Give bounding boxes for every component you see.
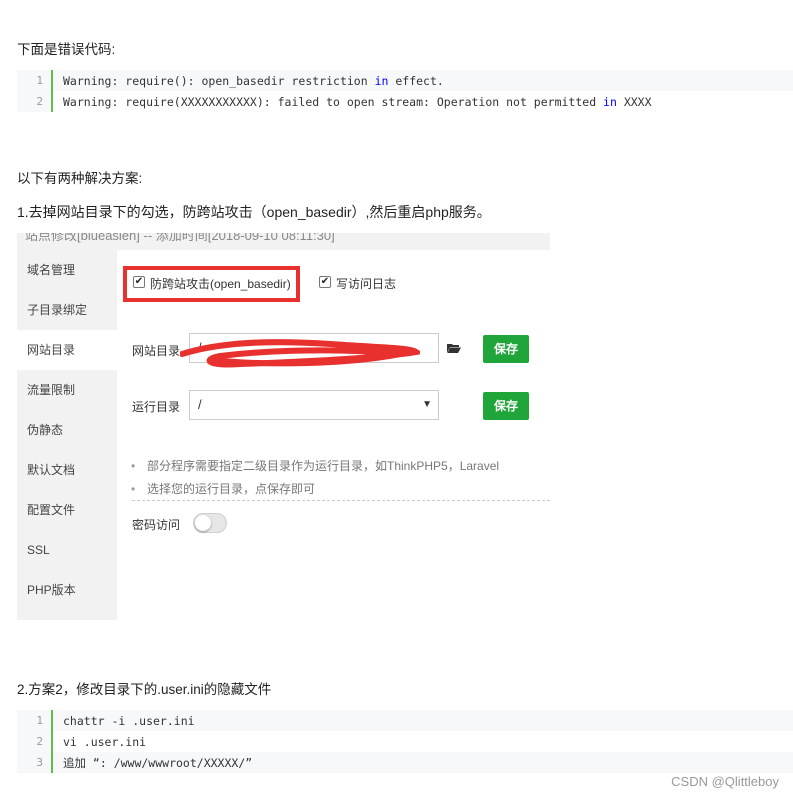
- password-access-label: 密码访问: [132, 518, 181, 532]
- save-site-dir-button[interactable]: 保存: [483, 335, 529, 363]
- code-line: 1 chattr -i .user.ini: [17, 710, 793, 731]
- toggle-knob: [195, 515, 211, 531]
- anti-xss-checkbox[interactable]: ✔: [133, 276, 145, 288]
- keyword: in: [374, 73, 389, 88]
- sidebar-item-traffic[interactable]: 流量限制: [17, 370, 117, 410]
- line-number: 2: [17, 91, 51, 112]
- folder-open-icon[interactable]: [447, 343, 461, 353]
- site-dir-input[interactable]: /: [180, 333, 439, 368]
- line-number: 3: [36, 756, 43, 769]
- line-number: 1: [36, 74, 43, 87]
- save-run-dir-button[interactable]: 保存: [483, 392, 529, 420]
- solution2-text: 2.方案2，修改目录下的.user.ini的隐藏文件: [17, 682, 272, 697]
- sidebar-item-domain[interactable]: 域名管理: [17, 250, 117, 290]
- code-text: chattr -i .user.ini: [63, 713, 195, 728]
- access-log-label: 写访问日志: [336, 277, 397, 291]
- code-line: 3 追加 “: /www/wwwroot/XXXXX/”: [17, 752, 793, 773]
- sidebar-item-ssl[interactable]: SSL: [17, 530, 117, 570]
- code-text: XXXX: [616, 94, 652, 109]
- tip-item: 部分程序需要指定二级目录作为运行目录，如ThinkPHP5，Laravel: [131, 455, 551, 478]
- code-line: 2 vi .user.ini: [17, 731, 793, 752]
- solutions-heading: 以下有两种解决方案:: [17, 171, 143, 186]
- watermark: CSDN @Qlittleboy: [671, 774, 779, 789]
- sidebar-item-config[interactable]: 配置文件: [17, 490, 117, 530]
- site-settings-panel: 站点修改[blueasien] -- 添加时间[2018-09-10 08:11…: [17, 233, 550, 620]
- sidebar-item-rewrite[interactable]: 伪静态: [17, 410, 117, 450]
- code-line: 2 Warning: require(XXXXXXXXXXX): failed …: [17, 91, 793, 112]
- panel-main: ✔ 防跨站攻击(open_basedir) ✔ 写访问日志 网站目录 / 保存 …: [117, 250, 550, 620]
- password-access-toggle[interactable]: [193, 513, 227, 533]
- gutter-bar: [51, 752, 53, 773]
- run-dir-label: 运行目录: [132, 400, 181, 414]
- code-text: 追加 “: /www/wwwroot/XXXXX/”: [63, 755, 253, 770]
- tip-item: 选择您的运行目录，点保存即可: [131, 478, 551, 501]
- code-text: vi .user.ini: [63, 734, 147, 749]
- checkbox-row: ✔ 防跨站攻击(open_basedir) ✔ 写访问日志: [117, 266, 550, 302]
- panel-title: 站点修改[blueasien] -- 添加时间[2018-09-10 08:11…: [25, 233, 335, 243]
- fix-code-block: 1 chattr -i .user.ini 2 vi .user.ini 3 追…: [17, 710, 793, 773]
- keyword: in: [603, 94, 617, 109]
- panel-sidebar: 域名管理 子目录绑定 网站目录 流量限制 伪静态 默认文档 配置文件 SSL P…: [17, 250, 117, 620]
- gutter-bar: [51, 731, 53, 752]
- sidebar-item-subdir[interactable]: 子目录绑定: [17, 290, 117, 330]
- gutter-bar: [51, 710, 53, 731]
- anti-xss-label: 防跨站攻击(open_basedir): [150, 277, 291, 291]
- site-dir-label: 网站目录: [132, 344, 181, 358]
- sidebar-item-php-version[interactable]: PHP版本: [17, 570, 117, 610]
- sidebar-item-default-doc[interactable]: 默认文档: [17, 450, 117, 490]
- line-number: 1: [36, 714, 43, 727]
- tips-list: 部分程序需要指定二级目录作为运行目录，如ThinkPHP5，Laravel 选择…: [131, 455, 551, 501]
- code-line: 1 Warning: require(): open_basedir restr…: [17, 70, 793, 91]
- run-dir-select[interactable]: / ▼: [189, 390, 439, 420]
- gutter-bar: [51, 70, 53, 91]
- sidebar-item-site-dir[interactable]: 网站目录: [17, 330, 117, 370]
- intro-text: 下面是错误代码:: [17, 42, 116, 57]
- line-number: 2: [17, 731, 51, 752]
- solution1-text: 1.去掉网站目录下的勾选，防跨站攻击（open_basedir）,然后重启php…: [17, 204, 491, 220]
- divider: [132, 500, 550, 501]
- redaction-scribble: [180, 339, 420, 368]
- error-code-block: 1 Warning: require(): open_basedir restr…: [17, 70, 793, 112]
- chevron-down-icon: ▼: [422, 399, 432, 410]
- panel-title-bar: 站点修改[blueasien] -- 添加时间[2018-09-10 08:11…: [17, 233, 550, 250]
- run-dir-value: /: [198, 397, 202, 412]
- access-log-checkbox[interactable]: ✔: [319, 276, 331, 288]
- gutter-bar: [51, 91, 53, 112]
- code-text: Warning: require(): open_basedir restric…: [63, 73, 375, 88]
- code-text: effect.: [388, 73, 444, 88]
- code-text: Warning: require(XXXXXXXXXXX): failed to…: [63, 94, 604, 109]
